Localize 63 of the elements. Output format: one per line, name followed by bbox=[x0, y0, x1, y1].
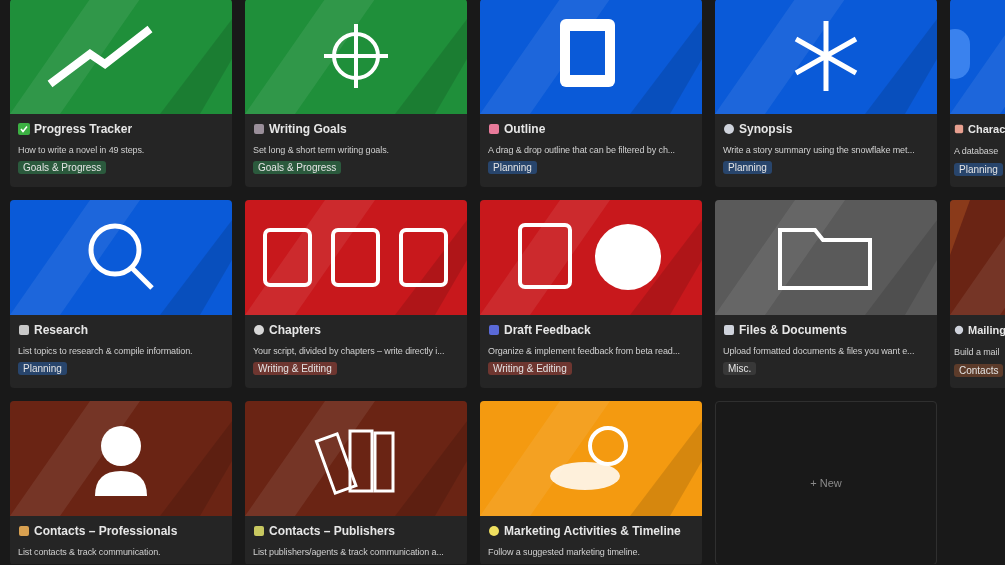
card-description: Build a mail bbox=[954, 347, 1000, 357]
card-title: Contacts – Professionals bbox=[34, 524, 178, 538]
category-tag: Misc. bbox=[723, 362, 757, 375]
gallery-card[interactable]: Research List topics to research & compile information. Planning bbox=[10, 200, 232, 388]
gallery-card[interactable]: Chapters Your script, divided by chapters – write directly i... Writing & Editing bbox=[245, 200, 467, 388]
card-title: Progress Tracker bbox=[34, 122, 133, 136]
card-description: List contacts & track communication. bbox=[18, 547, 161, 557]
emoji-icon bbox=[488, 324, 500, 336]
emoji-icon bbox=[18, 525, 30, 537]
gallery-card[interactable]: Marketing Activities & Timeline Follow a suggested marketing timeline. bbox=[480, 401, 702, 564]
category-tag: Planning bbox=[18, 362, 67, 375]
card-title: Writing Goals bbox=[269, 122, 347, 136]
card-description: List publishers/agents & track communication a... bbox=[253, 547, 444, 557]
category-tag: Contacts bbox=[954, 364, 1004, 377]
emoji-icon bbox=[253, 324, 265, 336]
emoji-icon bbox=[954, 124, 964, 134]
card-description: Follow a suggested marketing timeline. bbox=[488, 547, 640, 557]
card-description: How to write a novel in 49 steps. bbox=[18, 145, 145, 155]
emoji-icon bbox=[253, 123, 265, 135]
card-title: Marketing Activities & Timeline bbox=[504, 524, 681, 538]
new-card-button[interactable]: + New bbox=[715, 401, 937, 564]
gallery-card[interactable]: Progress Tracker How to write a novel in 49 steps. Goals & Progress bbox=[10, 0, 232, 187]
category-tag: Goals & Progress bbox=[253, 161, 342, 174]
checkbox-icon bbox=[18, 123, 30, 135]
card-title: Mailing bbox=[968, 324, 1005, 336]
card-description: Set long & short term writing goals. bbox=[253, 145, 389, 155]
card-title: Files & Documents bbox=[739, 323, 848, 337]
gallery-card[interactable]: Synopsis Write a story summary using the snowflake met... Planning bbox=[715, 0, 937, 187]
category-tag: Planning bbox=[488, 161, 537, 174]
category-tag: Planning bbox=[954, 163, 1003, 176]
card-title: Chapters bbox=[269, 323, 321, 337]
gallery-card[interactable]: Contacts – Professionals List contacts & track communication. bbox=[10, 401, 232, 564]
gallery-card[interactable]: Files & Documents Upload formatted documents & files you want e... Misc. bbox=[715, 200, 937, 388]
card-title: Research bbox=[34, 323, 89, 337]
emoji-icon bbox=[723, 123, 735, 135]
card-description: Write a story summary using the snowflake met... bbox=[723, 145, 915, 155]
card-title: Charac bbox=[968, 123, 1005, 135]
card-description: A drag & drop outline that can be filtered by ch... bbox=[488, 145, 676, 155]
category-tag: Goals & Progress bbox=[18, 161, 107, 174]
card-description: A database bbox=[954, 146, 999, 156]
card-title: Synopsis bbox=[739, 122, 793, 136]
emoji-icon bbox=[488, 525, 500, 537]
emoji-icon bbox=[18, 324, 30, 336]
gallery-card[interactable]: Charac A database Planning bbox=[950, 0, 1005, 187]
emoji-icon bbox=[954, 325, 964, 335]
category-tag: Writing & Editing bbox=[253, 362, 337, 375]
card-description: List topics to research & compile information. bbox=[18, 346, 193, 356]
emoji-icon bbox=[253, 525, 265, 537]
gallery-card[interactable]: Outline A drag & drop outline that can be filtered by ch... Planning bbox=[480, 0, 702, 187]
card-title: Draft Feedback bbox=[504, 323, 591, 337]
category-tag: Planning bbox=[723, 161, 772, 174]
emoji-icon bbox=[488, 123, 500, 135]
card-description: Your script, divided by chapters – write directly i... bbox=[253, 346, 445, 356]
category-tag: Writing & Editing bbox=[488, 362, 572, 375]
gallery-card[interactable]: Contacts – Publishers List publishers/agents & track communication a... bbox=[245, 401, 467, 564]
card-description: Upload formatted documents & files you want e... bbox=[723, 346, 915, 356]
emoji-icon bbox=[723, 324, 735, 336]
card-description: Organize & implement feedback from beta read... bbox=[488, 346, 680, 356]
card-title: Contacts – Publishers bbox=[269, 524, 396, 538]
gallery-card[interactable]: Draft Feedback Organize & implement feedback from beta read... Writing & Editing bbox=[480, 200, 702, 388]
gallery-card[interactable]: Mailing Build a mail Contacts bbox=[950, 200, 1005, 388]
gallery-card[interactable]: Writing Goals Set long & short term writing goals. Goals & Progress bbox=[245, 0, 467, 187]
card-title: Outline bbox=[504, 122, 546, 136]
